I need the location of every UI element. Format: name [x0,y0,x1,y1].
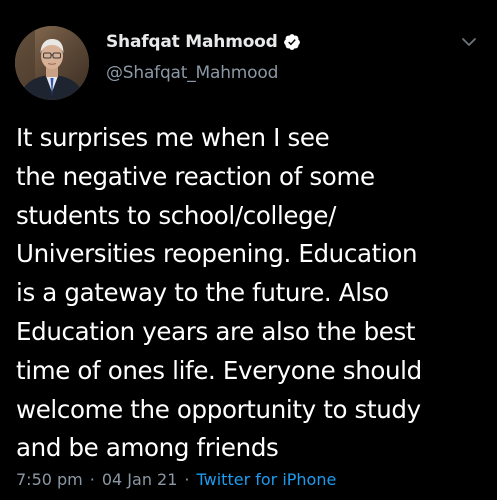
tweet-card[interactable]: Shafqat Mahmood @Shafqat_Mahmood It surp… [0,0,497,500]
tweet-text: It surprises me when I see the negative … [16,123,422,463]
author-handle[interactable]: @Shafqat_Mahmood [106,63,457,83]
avatar[interactable] [15,26,89,100]
tweet-source-link[interactable]: Twitter for iPhone [197,470,337,489]
tweet-header: Shafqat Mahmood @Shafqat_Mahmood [106,30,457,83]
avatar-image [15,26,89,100]
chevron-down-icon[interactable] [460,34,478,48]
tweet-date[interactable]: 04 Jan 21 [102,470,178,489]
verified-badge-icon [283,33,301,51]
author-display-name[interactable]: Shafqat Mahmood [106,32,278,52]
author-name-row: Shafqat Mahmood [106,30,457,54]
meta-separator: · [89,470,95,489]
meta-separator: · [184,470,190,489]
tweet-time[interactable]: 7:50 pm [16,470,83,489]
tweet-metadata: 7:50 pm · 04 Jan 21 · Twitter for iPhone [16,470,336,489]
